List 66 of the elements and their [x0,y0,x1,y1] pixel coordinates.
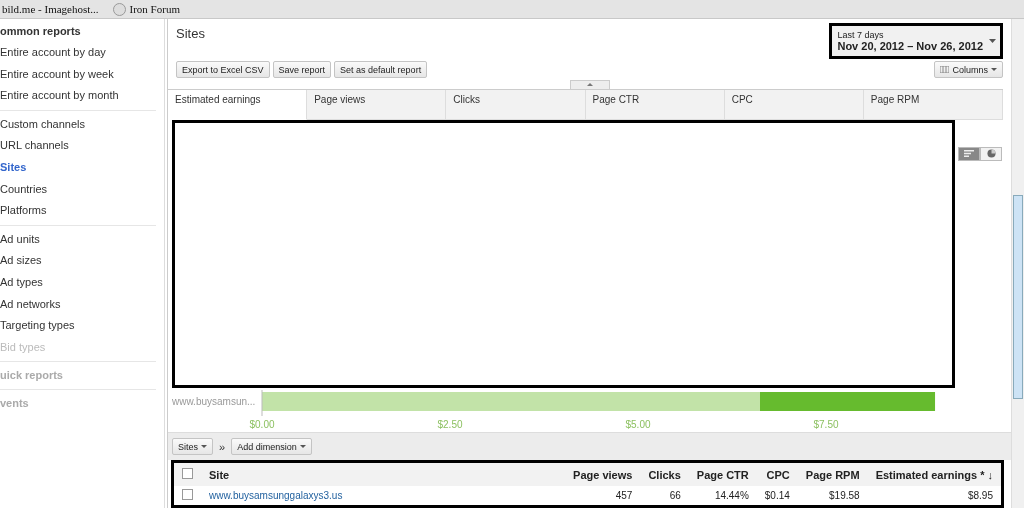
metric-tab[interactable]: Page RPM [863,89,1004,120]
sidebar-item[interactable]: Entire account by month [0,85,164,107]
chart-type-button[interactable] [980,146,1002,161]
sidebar-item[interactable]: URL channels [0,135,164,157]
sidebar-item[interactable]: Ad types [0,271,164,294]
sidebar-item[interactable]: Ad units [0,228,164,251]
caret-icon [299,445,306,449]
sidebar-item[interactable]: Targeting types [0,315,164,337]
caret-icon [991,68,997,71]
metric-tab[interactable]: CPC [724,89,864,120]
caret-up-icon [586,83,593,87]
sidebar-item[interactable]: Entire account by day [0,42,164,64]
columns-button[interactable]: Columns [934,61,1003,78]
breadcrumb-separator: » [219,440,226,453]
columns-icon [940,66,950,73]
date-range: Nov 20, 2012 – Nov 26, 2012 [837,40,983,52]
browser-tab[interactable]: Iron Forum [129,3,180,15]
axis-line [261,389,263,417]
action-button[interactable]: Save report [272,61,332,78]
collapse-handle[interactable] [569,80,610,89]
caret-icon [201,445,207,449]
scrollbar[interactable] [1011,19,1024,508]
sidebar-item[interactable]: Entire account by week [0,63,164,86]
column-header[interactable]: Page views [565,461,641,486]
axis-tick-label: $0.00 [249,419,275,431]
category-label: www.buysamsun... [172,396,256,408]
action-button[interactable]: Export to Excel CSV [176,61,270,78]
column-header[interactable]: Estimated earnings * ↓ [867,461,1003,486]
section-title[interactable]: ommon reports [0,21,164,42]
table-cell: $8.95 [867,486,1003,507]
axis-tick-label: $7.50 [813,419,839,431]
table-cell: 457 [565,486,641,507]
chart-type-button[interactable] [958,146,980,161]
site-link[interactable]: www.buysamsunggalaxys3.us [209,490,343,501]
pie-chart-icon [986,149,996,159]
column-header[interactable]: Page RPM [797,461,868,486]
axis-tick-label: $2.50 [437,419,463,431]
caret-icon [989,39,996,43]
action-button[interactable]: Set as default report [334,61,428,78]
browser-tab[interactable]: bild.me - Imagehost... [2,3,99,15]
metric-tab[interactable]: Page CTR [585,89,725,120]
axis-tick-label: $5.00 [625,419,651,431]
column-header[interactable]: Clicks [640,461,689,486]
table-cell: 14.44% [688,486,757,507]
metric-tab[interactable]: Clicks [446,89,586,120]
bar-chart-icon [964,150,974,158]
date-caption: Last 7 days [837,30,885,40]
add-dimension-button[interactable]: Add dimension [231,438,312,456]
checkbox[interactable] [182,468,193,479]
sidebar-item[interactable]: Platforms [0,200,164,222]
metric-tab[interactable]: Page views [307,89,447,120]
sidebar-item[interactable]: Ad networks [0,293,164,316]
column-header[interactable]: CPC [756,461,798,486]
column-header[interactable]: Site [201,461,566,486]
dimension-dropdown[interactable]: Sites [172,438,213,456]
table-cell: $19.58 [797,486,868,507]
column-header[interactable]: Page CTR [688,461,757,486]
sidebar-item[interactable]: Sites [0,156,164,179]
sidebar-item[interactable]: Countries [0,178,164,201]
table-cell: $0.14 [756,486,798,507]
date-range-picker[interactable]: Last 7 days Nov 20, 2012 – Nov 26, 2012 [829,23,1003,59]
checkbox[interactable] [182,489,193,500]
report-title: Sites [176,25,205,43]
sidebar-item[interactable]: Ad sizes [0,250,164,272]
sidebar-item[interactable]: Custom channels [0,113,164,136]
table-cell: 66 [640,486,689,507]
